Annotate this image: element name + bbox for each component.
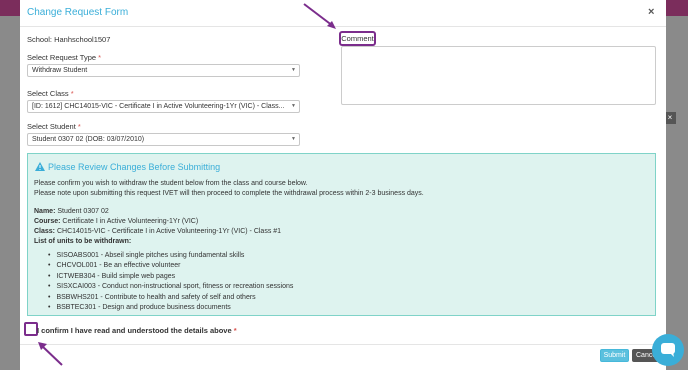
- comment-textarea[interactable]: [341, 46, 656, 105]
- list-item: BSBTEC301 - Design and produce business …: [48, 303, 293, 313]
- chat-icon: [661, 343, 675, 357]
- list-item: SISOABS001 - Abseil single pitches using…: [48, 251, 293, 261]
- modal-title: Change Request Form: [27, 7, 129, 18]
- background-right-panel: [666, 16, 688, 370]
- warning-icon: [35, 162, 45, 171]
- school-name: School: Hanhschool1507: [27, 35, 111, 44]
- confirm-label: I confirm I have read and understood the…: [37, 326, 237, 335]
- list-item: BSBWHS201 - Contribute to health and saf…: [48, 293, 293, 303]
- chevron-down-icon: ▼: [291, 136, 296, 142]
- chevron-down-icon: ▼: [291, 103, 296, 109]
- class-label: Select Class *: [27, 89, 74, 98]
- student-select[interactable]: Student 0307 02 (DOB: 03/07/2010) ▼: [27, 133, 300, 146]
- chevron-down-icon: ▼: [291, 67, 296, 73]
- confirm-checkbox[interactable]: [24, 322, 38, 336]
- list-item: SISXCAI003 - Conduct non-instructional s…: [48, 282, 293, 292]
- modal-header: Change Request Form ×: [20, 0, 666, 27]
- footer-divider: [20, 344, 666, 345]
- submit-button[interactable]: Submit: [600, 349, 629, 362]
- annotation-arrow-top: [303, 3, 336, 29]
- close-icon[interactable]: ×: [648, 6, 654, 18]
- request-type-label: Select Request Type *: [27, 53, 102, 62]
- background-left-panel: [0, 16, 20, 370]
- request-type-select[interactable]: Withdraw Student ▼: [27, 64, 300, 77]
- list-item: ICTWEB304 - Build simple web pages: [48, 272, 293, 282]
- alert-line-1: Please confirm you wish to withdraw the …: [34, 180, 308, 187]
- class-select[interactable]: [ID: 1612] CHC14015-VIC - Certificate I …: [27, 100, 300, 113]
- alert-name: Name: Student 0307 02: [34, 208, 109, 215]
- alert-units-label: List of units to be withdrawn:: [34, 238, 132, 245]
- review-alert: Please Review Changes Before Submitting …: [27, 153, 656, 316]
- change-request-modal: Change Request Form × School: Hanhschool…: [20, 0, 666, 370]
- alert-class: Class: CHC14015-VIC - Certificate I in A…: [34, 228, 282, 235]
- list-item: CHCVOL001 - Be an effective volunteer: [48, 261, 293, 271]
- student-label: Select Student *: [27, 122, 81, 131]
- units-list: SISOABS001 - Abseil single pitches using…: [48, 251, 293, 313]
- chat-widget-button[interactable]: [652, 334, 684, 366]
- alert-title: Please Review Changes Before Submitting: [35, 162, 220, 172]
- comment-label: Comment: [339, 31, 376, 46]
- annotation-arrow-bottom: [38, 342, 63, 366]
- alert-line-2: Please note upon submitting this request…: [34, 190, 424, 197]
- alert-course: Course: Certificate I in Active Voluntee…: [34, 218, 199, 225]
